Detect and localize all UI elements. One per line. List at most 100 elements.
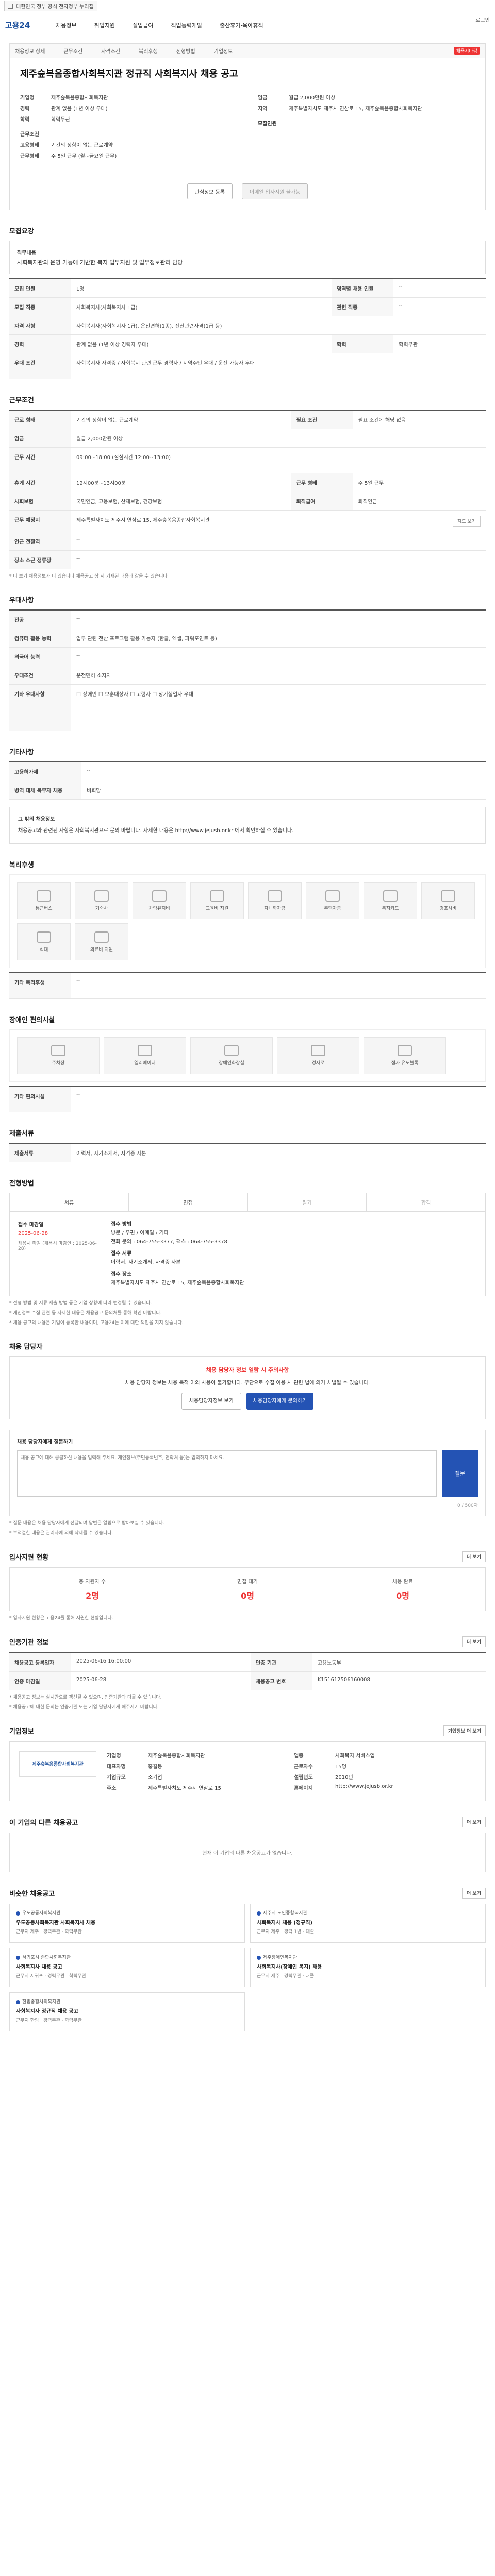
- card-company: 한림종합사회복지관: [16, 1999, 238, 2006]
- row-key: 모집 직종: [9, 297, 71, 316]
- tab-benefits[interactable]: 복리후생: [139, 47, 158, 55]
- job-card[interactable]: 한림종합사회복지관 사회복지사 정규직 채용 공고 근무지 한림 · 경력무관 · …: [9, 1992, 245, 2031]
- selection-note: * 개인정보 수집 관련 등 자세한 내용은 채용공고 문의처를 통해 확인 바…: [9, 1311, 162, 1316]
- info-key: 주소: [107, 1785, 117, 1791]
- facility-tile: 점자 유도블록: [364, 1037, 446, 1074]
- facility-label: 점자 유도블록: [391, 1061, 419, 1066]
- row-value: --: [71, 550, 486, 569]
- benefit-label: 차량유지비: [148, 906, 170, 911]
- global-nav: 고용24 채용정보 취업지원 실업급여 직업능력개발 출산휴가·육아휴직 로그인: [0, 12, 495, 38]
- question-note: * 부적절한 내용은 관리자에 의해 삭제될 수 있습니다.: [9, 1530, 113, 1536]
- facility-grid: 주차장 엘리베이터 장애인화장실 경사로 점자 유도블록: [9, 1029, 486, 1082]
- card-title: 사회복지사(장애인 복지) 채용: [257, 1964, 322, 1971]
- job-actions: 관심정보 등록 이메일 입사지원 불가능: [10, 173, 485, 210]
- question-note: * 질문 내용은 채용 담당자에게 전달되며 답변은 알림으로 받아보실 수 있…: [9, 1520, 164, 1526]
- gnb-item-support[interactable]: 취업지원: [94, 21, 114, 29]
- row-value: --: [71, 647, 486, 666]
- deadline-value: 2025-06-28: [18, 1231, 48, 1236]
- view-manager-button[interactable]: 채용담당자정보 보기: [181, 1392, 241, 1410]
- tab-qualifications[interactable]: 자격조건: [101, 47, 120, 55]
- row-key: 사회보험: [9, 492, 71, 511]
- info-value: 소기업: [148, 1774, 162, 1781]
- row-key: 채용공고 번호: [250, 1671, 312, 1690]
- save-interest-button[interactable]: 관심정보 등록: [187, 183, 233, 199]
- question-input[interactable]: [17, 1450, 437, 1497]
- row-key: 관련 직종: [332, 297, 394, 316]
- gnb-item-training[interactable]: 직업능력개발: [171, 21, 202, 29]
- benefit-tile: 식대: [17, 923, 71, 960]
- envelope-icon: [441, 890, 455, 902]
- gov-banner-pill[interactable]: 대한민국 정부 공식 전자정부 누리집: [4, 1, 97, 11]
- card-company-name: 제주시 노인종합복지관: [263, 1910, 307, 1916]
- card-company: 제주장애인복지관: [257, 1955, 479, 1962]
- similar-grid: 우도공동사회복지관 우도공동사회복지관 사회복지사 채용 근무지 제주 · 경력무관…: [9, 1903, 486, 2031]
- row-value: --: [71, 610, 486, 629]
- job-title: 제주숲복음종합사회복지관 정규직 사회복지사 채용 공고: [20, 69, 238, 79]
- detail-label: 접수 방법: [111, 1222, 132, 1227]
- job-card[interactable]: 제주장애인복지관 사회복지사(장애인 복지) 채용 근무지 제주 · 경력무관 · …: [250, 1947, 486, 1987]
- email-apply-button[interactable]: 이메일 입사지원 불가능: [242, 183, 308, 199]
- submit-question-button[interactable]: 질문: [442, 1450, 478, 1497]
- card-company-name: 한림종합사회복지관: [22, 1999, 61, 2005]
- facility-label: 엘리베이터: [134, 1061, 156, 1066]
- step-written: 필기: [248, 1193, 367, 1211]
- row-value: 09:00~18:00 (점심시간 12:00~13:00): [71, 447, 486, 473]
- more-button[interactable]: 더 보기: [462, 1551, 486, 1562]
- row-value: 고용노동부: [312, 1652, 486, 1672]
- row-key: 채용공고 등록일자: [9, 1652, 71, 1672]
- job-card[interactable]: 우도공동사회복지관 우도공동사회복지관 사회복지사 채용 근무지 제주 · 경력무관…: [9, 1903, 245, 1943]
- gnb-item-jobs[interactable]: 채용정보: [56, 21, 76, 29]
- meta-value: 주 5일 근무 (월~금요일 근무): [51, 154, 117, 159]
- job-card[interactable]: 서귀포시 종합사회복지관 사회복지사 채용 공고 근무지 서귀포 · 경력무관 · …: [9, 1947, 245, 1987]
- facility-label: 경사로: [311, 1061, 325, 1066]
- row-value: 12시00분~13시00분: [71, 473, 291, 492]
- company-dot-icon: [257, 1956, 261, 1960]
- tab-company[interactable]: 기업정보: [214, 47, 233, 55]
- login-link[interactable]: 로그인: [475, 15, 490, 23]
- ramp-icon: [311, 1045, 325, 1056]
- site-logo[interactable]: 고용24: [5, 20, 45, 30]
- meta-value: 학력무관: [51, 117, 70, 123]
- map-button[interactable]: 지도 보기: [453, 516, 481, 527]
- facility-etc-table: 기타 편의시설 --: [9, 1086, 486, 1112]
- row-key: 우대 조건: [9, 353, 71, 379]
- row-value: 국민연금, 고용보험, 산재보험, 건강보험: [71, 492, 291, 511]
- more-button[interactable]: 더 보기: [462, 1816, 486, 1827]
- info-value[interactable]: http://www.jejusb.or.kr: [335, 1784, 476, 1791]
- more-button[interactable]: 더 보기: [462, 1636, 486, 1647]
- job-meta: 기업명 제주숲복음종합사회복지관 경력 관계 없음 (1년 이상 우대) 학력 학력무…: [10, 83, 485, 173]
- gnb-item-leave[interactable]: 출산휴가·육아휴직: [220, 21, 263, 29]
- tab-selection[interactable]: 전형방법: [176, 47, 195, 55]
- section-title: 장애인 편의시설: [9, 1016, 55, 1024]
- step-pass: 합격: [421, 1200, 431, 1206]
- company-box: 제주숲복음종합사회복지관 기업명 제주숲복음종합사회복지관 업종 사회복지 서비스업…: [9, 1741, 486, 1801]
- row-key: 기타 편의시설: [9, 1086, 71, 1112]
- meta-key: 근무형태: [20, 154, 39, 159]
- info-key: 근로자수: [294, 1764, 313, 1770]
- row-value: 운전면허 소지자: [71, 666, 486, 685]
- meal-icon: [37, 931, 51, 943]
- tab-conditions[interactable]: 근무조건: [63, 47, 82, 55]
- section-title: 채용 담당자: [9, 1343, 43, 1351]
- more-button[interactable]: 더 보기: [462, 1887, 486, 1899]
- stat-label: 면접 대기: [237, 1579, 258, 1585]
- job-anchor-tabs: 채용정보 상세 근무조건 자격조건 복리후생 전형방법 기업정보 채용시마감: [10, 44, 485, 58]
- detail-value: 전화 문의 : 064-755-3377, 팩스 : 064-755-3378: [111, 1239, 227, 1245]
- flag-icon: [8, 3, 13, 9]
- step-interview: 면접: [129, 1193, 248, 1211]
- stat-item: 면접 대기 0명: [170, 1577, 325, 1601]
- gnb-item-benefit[interactable]: 실업급여: [133, 21, 153, 29]
- stat-label: 채용 완료: [392, 1579, 413, 1585]
- row-value: 주 5일 근무: [353, 473, 486, 492]
- job-card[interactable]: 제주시 노인종합복지관 사회복지사 채용 (정규직) 근무지 제주 · 경력 1년 …: [250, 1903, 486, 1943]
- company-more-button[interactable]: 기업정보 더 보기: [443, 1725, 486, 1736]
- tab-detail[interactable]: 채용정보 상세: [15, 47, 45, 55]
- gov-banner: 대한민국 정부 공식 전자정부 누리집: [0, 0, 495, 12]
- benefit-tile: 의료비 지원: [75, 923, 128, 960]
- meta-value: 월급 2,000만원 이상: [289, 95, 336, 101]
- job-header: 채용정보 상세 근무조건 자격조건 복리후생 전형방법 기업정보 채용시마감 제…: [9, 43, 486, 210]
- company-dot-icon: [257, 1911, 261, 1916]
- cert-note: * 채용공고에 대한 문의는 인증기관 또는 기업 담당자에게 해주시기 바랍니…: [9, 1704, 159, 1710]
- contact-manager-button[interactable]: 채용담당자에게 문의하기: [246, 1392, 314, 1410]
- conditions-note: * 더 보기 채용정보가 더 있습니다 채용공고 상 시 기재된 내용과 같을 …: [9, 574, 168, 579]
